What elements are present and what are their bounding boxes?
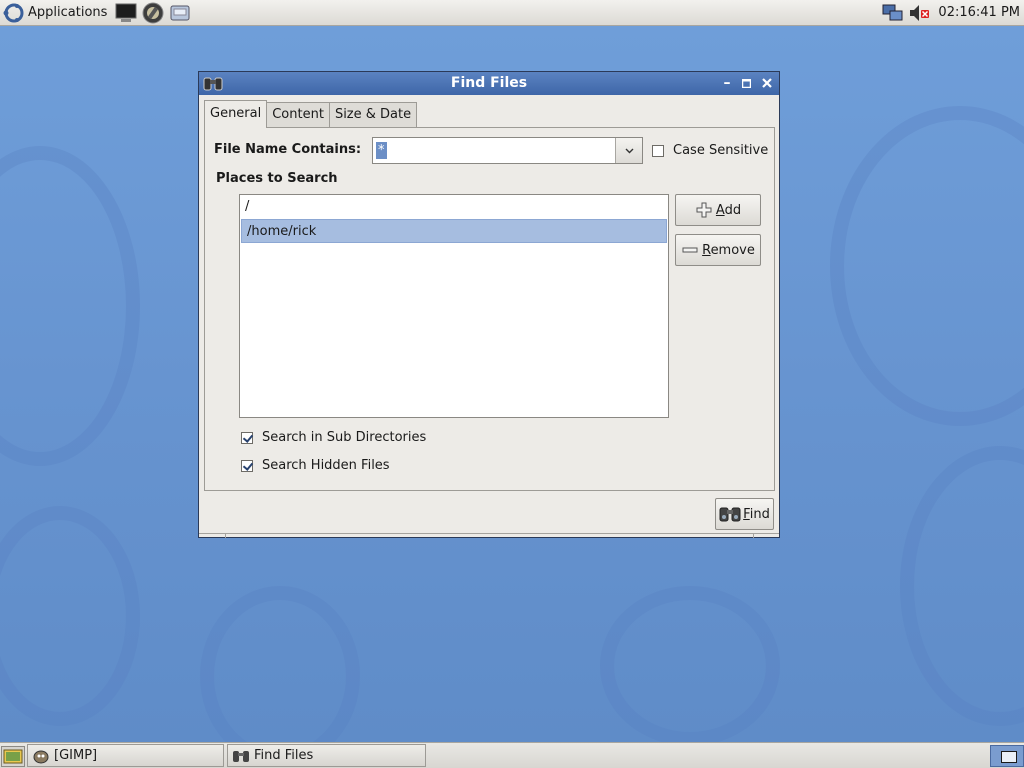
- taskbar-item-label: [GIMP]: [54, 748, 98, 763]
- find-label: Find: [743, 506, 770, 522]
- tab-general[interactable]: General: [204, 100, 268, 128]
- list-item-selected[interactable]: /home/rick: [241, 219, 667, 243]
- applications-menu[interactable]: Applications: [0, 0, 111, 26]
- dialog-title: Find Files: [450, 75, 528, 91]
- taskbar-item-gimp[interactable]: [GIMP]: [27, 744, 224, 767]
- show-desktop-button[interactable]: [1, 746, 25, 767]
- clock[interactable]: 02:16:41 PM: [938, 5, 1020, 20]
- plus-icon: [695, 201, 713, 219]
- tab-content[interactable]: Content: [266, 102, 330, 128]
- find-button[interactable]: Find: [715, 498, 774, 530]
- disk-launcher[interactable]: [168, 1, 192, 25]
- hidden-files-box[interactable]: [241, 459, 253, 472]
- show-desktop-icon: [3, 749, 23, 764]
- system-tray: 02:16:41 PM: [878, 0, 1024, 26]
- tab-size-date[interactable]: Size & Date: [328, 102, 418, 128]
- file-name-input[interactable]: *: [376, 142, 387, 159]
- volume-muted-icon: [910, 4, 930, 21]
- case-sensitive-label: Case Sensitive: [673, 143, 769, 158]
- disk-icon: [170, 5, 190, 20]
- dialog-titlebar[interactable]: Find Files –: [199, 72, 779, 95]
- case-sensitive-box[interactable]: [652, 144, 664, 157]
- terminal-icon: [115, 3, 137, 22]
- window-resize-border[interactable]: [199, 533, 779, 538]
- wallpaper-swirl: [0, 146, 140, 466]
- top-panel: Applications 02:16:41 PM: [0, 0, 1024, 26]
- minus-icon: [681, 241, 699, 259]
- maximize-button[interactable]: [737, 74, 755, 92]
- bottom-panel: [GIMP] Find Files: [0, 742, 1024, 768]
- wallpaper-swirl: [830, 106, 1024, 426]
- file-name-combo[interactable]: *: [372, 137, 643, 164]
- close-icon: [762, 78, 772, 88]
- remove-label: Remove: [702, 242, 755, 258]
- close-button[interactable]: [758, 74, 776, 92]
- add-button[interactable]: Add: [675, 194, 761, 226]
- network-status[interactable]: [882, 2, 904, 24]
- volume-control[interactable]: [908, 2, 930, 24]
- taskbar-item-find-files[interactable]: Find Files: [227, 744, 426, 767]
- maximize-icon: [741, 78, 751, 88]
- case-sensitive-checkbox[interactable]: Case Sensitive: [652, 143, 768, 158]
- gimp-launcher[interactable]: [141, 1, 165, 25]
- places-list[interactable]: / /home/rick: [239, 194, 669, 418]
- binoculars-icon: [203, 77, 223, 91]
- tab-bar: General Content Size & Date: [204, 100, 418, 128]
- list-item[interactable]: /: [240, 195, 668, 219]
- gimp-icon: [142, 2, 164, 23]
- add-label: Add: [715, 202, 742, 218]
- binoculars-icon: [233, 750, 249, 762]
- wallpaper-swirl: [200, 586, 360, 742]
- file-name-label: File Name Contains:: [214, 142, 362, 157]
- network-icon: [882, 4, 903, 20]
- find-files-dialog: Find Files – General Content Size & Date…: [198, 71, 780, 538]
- places-label: Places to Search: [216, 171, 338, 186]
- wallpaper-swirl: [900, 446, 1024, 726]
- sub-directories-box[interactable]: [241, 431, 253, 444]
- file-name-dropdown-button[interactable]: [615, 138, 642, 163]
- wallpaper-swirl: [600, 586, 780, 742]
- workspace-switcher[interactable]: [990, 745, 1024, 767]
- terminal-launcher[interactable]: [114, 1, 138, 25]
- sub-directories-checkbox[interactable]: Search in Sub Directories: [241, 430, 426, 445]
- hidden-files-label: Search Hidden Files: [262, 458, 390, 473]
- gimp-icon: [33, 750, 49, 763]
- chevron-down-icon: [625, 148, 633, 153]
- workspace-thumbnail: [1001, 751, 1017, 763]
- minimize-icon: –: [723, 75, 731, 91]
- hidden-files-checkbox[interactable]: Search Hidden Files: [241, 458, 390, 473]
- applications-label: Applications: [28, 5, 108, 20]
- minimize-button[interactable]: –: [718, 74, 736, 92]
- sub-directories-label: Search in Sub Directories: [262, 430, 427, 445]
- binoculars-icon: [719, 507, 741, 522]
- remove-button[interactable]: Remove: [675, 234, 761, 266]
- taskbar-item-label: Find Files: [254, 748, 314, 763]
- wallpaper-swirl: [0, 506, 140, 726]
- general-tab-panel: File Name Contains: * Case Sensitive Pla…: [204, 127, 775, 491]
- applications-logo-icon: [3, 3, 24, 22]
